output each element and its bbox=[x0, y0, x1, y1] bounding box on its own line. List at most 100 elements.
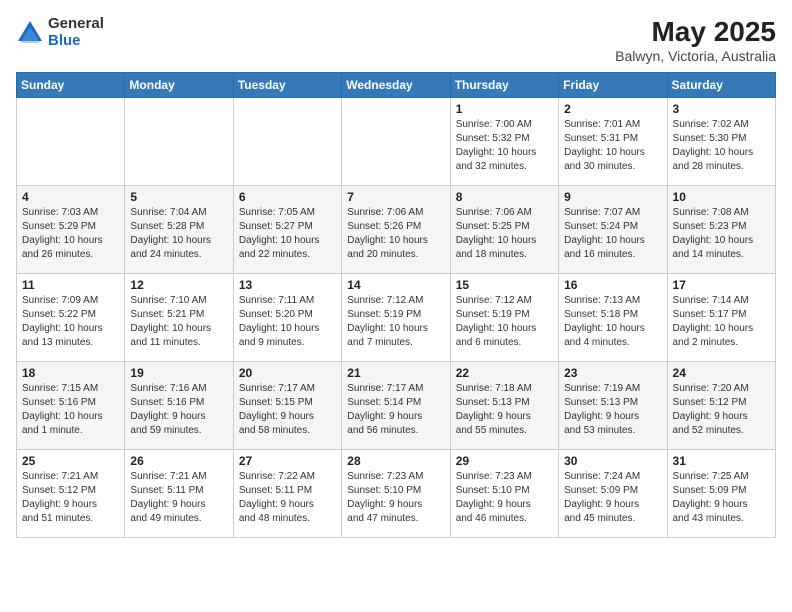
weekday-header-saturday: Saturday bbox=[667, 73, 775, 98]
calendar-cell: 5Sunrise: 7:04 AM Sunset: 5:28 PM Daylig… bbox=[125, 186, 233, 274]
day-number: 16 bbox=[564, 278, 661, 292]
calendar-week-3: 11Sunrise: 7:09 AM Sunset: 5:22 PM Dayli… bbox=[17, 274, 776, 362]
calendar-cell: 29 Sunrise: 7:23 AM Sunset: 5:10 PM Dayli… bbox=[450, 450, 558, 538]
day-info: Sunrise: 7:10 AM Sunset: 5:21 PM Dayligh… bbox=[130, 294, 227, 350]
day-info: Sunrise: 7:02 AM Sunset: 5:30 PM Dayligh… bbox=[673, 118, 770, 174]
calendar-week-5: 25 Sunrise: 7:21 AM Sunset: 5:12 PM Dayli… bbox=[17, 450, 776, 538]
day-info: Sunrise: 7:21 AM Sunset: 5:12 PM Dayligh… bbox=[22, 470, 119, 526]
day-info: Sunrise: 7:19 AM Sunset: 5:13 PM Dayligh… bbox=[564, 382, 661, 438]
day-number: 27 bbox=[239, 454, 336, 468]
calendar-cell: 28 Sunrise: 7:23 AM Sunset: 5:10 PM Dayli… bbox=[342, 450, 450, 538]
day-info: Sunrise: 7:21 AM Sunset: 5:11 PM Dayligh… bbox=[130, 470, 227, 526]
day-number: 21 bbox=[347, 366, 444, 380]
day-info: Sunrise: 7:08 AM Sunset: 5:23 PM Dayligh… bbox=[673, 206, 770, 262]
day-info: Sunrise: 7:01 AM Sunset: 5:31 PM Dayligh… bbox=[564, 118, 661, 174]
day-number: 13 bbox=[239, 278, 336, 292]
calendar-cell: 16 Sunrise: 7:13 AM Sunset: 5:18 PM Dayli… bbox=[559, 274, 667, 362]
day-number: 4 bbox=[22, 190, 119, 204]
day-info: Sunrise: 7:24 AM Sunset: 5:09 PM Dayligh… bbox=[564, 470, 661, 526]
calendar-cell: 4Sunrise: 7:03 AM Sunset: 5:29 PM Daylig… bbox=[17, 186, 125, 274]
day-info: Sunrise: 7:18 AM Sunset: 5:13 PM Dayligh… bbox=[456, 382, 553, 438]
day-info: Sunrise: 7:16 AM Sunset: 5:16 PM Dayligh… bbox=[130, 382, 227, 438]
day-number: 8 bbox=[456, 190, 553, 204]
day-info: Sunrise: 7:22 AM Sunset: 5:11 PM Dayligh… bbox=[239, 470, 336, 526]
day-number: 10 bbox=[673, 190, 770, 204]
day-number: 12 bbox=[130, 278, 227, 292]
calendar-cell bbox=[342, 98, 450, 186]
page-header: General Blue May 2025 Balwyn, Victoria, … bbox=[16, 16, 776, 64]
day-number: 7 bbox=[347, 190, 444, 204]
day-number: 2 bbox=[564, 102, 661, 116]
logo-icon bbox=[16, 19, 44, 47]
calendar-cell: 10 Sunrise: 7:08 AM Sunset: 5:23 PM Dayli… bbox=[667, 186, 775, 274]
calendar-week-2: 4Sunrise: 7:03 AM Sunset: 5:29 PM Daylig… bbox=[17, 186, 776, 274]
calendar-cell: 9 Sunrise: 7:07 AM Sunset: 5:24 PM Daylig… bbox=[559, 186, 667, 274]
weekday-header-row: SundayMondayTuesdayWednesdayThursdayFrid… bbox=[17, 73, 776, 98]
day-info: Sunrise: 7:11 AM Sunset: 5:20 PM Dayligh… bbox=[239, 294, 336, 350]
calendar-cell bbox=[125, 98, 233, 186]
day-number: 6 bbox=[239, 190, 336, 204]
weekday-header-wednesday: Wednesday bbox=[342, 73, 450, 98]
calendar-cell: 6 Sunrise: 7:05 AM Sunset: 5:27 PM Daylig… bbox=[233, 186, 341, 274]
calendar-cell: 25 Sunrise: 7:21 AM Sunset: 5:12 PM Dayli… bbox=[17, 450, 125, 538]
page-subtitle: Balwyn, Victoria, Australia bbox=[615, 48, 776, 64]
calendar-cell: 8Sunrise: 7:06 AM Sunset: 5:25 PM Daylig… bbox=[450, 186, 558, 274]
calendar-cell: 21 Sunrise: 7:17 AM Sunset: 5:14 PM Dayli… bbox=[342, 362, 450, 450]
day-number: 9 bbox=[564, 190, 661, 204]
day-info: Sunrise: 7:14 AM Sunset: 5:17 PM Dayligh… bbox=[673, 294, 770, 350]
day-info: Sunrise: 7:23 AM Sunset: 5:10 PM Dayligh… bbox=[347, 470, 444, 526]
logo-general-text: General bbox=[48, 15, 104, 32]
calendar-cell: 13 Sunrise: 7:11 AM Sunset: 5:20 PM Dayli… bbox=[233, 274, 341, 362]
calendar-cell: 3Sunrise: 7:02 AM Sunset: 5:30 PM Daylig… bbox=[667, 98, 775, 186]
day-info: Sunrise: 7:23 AM Sunset: 5:10 PM Dayligh… bbox=[456, 470, 553, 526]
calendar-cell bbox=[17, 98, 125, 186]
calendar-cell: 2 Sunrise: 7:01 AM Sunset: 5:31 PM Daylig… bbox=[559, 98, 667, 186]
day-number: 31 bbox=[673, 454, 770, 468]
day-info: Sunrise: 7:17 AM Sunset: 5:14 PM Dayligh… bbox=[347, 382, 444, 438]
calendar-cell: 19Sunrise: 7:16 AM Sunset: 5:16 PM Dayli… bbox=[125, 362, 233, 450]
day-info: Sunrise: 7:07 AM Sunset: 5:24 PM Dayligh… bbox=[564, 206, 661, 262]
calendar-cell: 26 Sunrise: 7:21 AM Sunset: 5:11 PM Dayli… bbox=[125, 450, 233, 538]
calendar-cell: 20Sunrise: 7:17 AM Sunset: 5:15 PM Dayli… bbox=[233, 362, 341, 450]
day-info: Sunrise: 7:15 AM Sunset: 5:16 PM Dayligh… bbox=[22, 382, 119, 438]
calendar-cell: 31Sunrise: 7:25 AM Sunset: 5:09 PM Dayli… bbox=[667, 450, 775, 538]
day-info: Sunrise: 7:12 AM Sunset: 5:19 PM Dayligh… bbox=[347, 294, 444, 350]
title-block: May 2025 Balwyn, Victoria, Australia bbox=[615, 16, 776, 64]
day-number: 28 bbox=[347, 454, 444, 468]
calendar-cell bbox=[233, 98, 341, 186]
day-info: Sunrise: 7:00 AM Sunset: 5:32 PM Dayligh… bbox=[456, 118, 553, 174]
day-number: 5 bbox=[130, 190, 227, 204]
day-info: Sunrise: 7:13 AM Sunset: 5:18 PM Dayligh… bbox=[564, 294, 661, 350]
day-info: Sunrise: 7:05 AM Sunset: 5:27 PM Dayligh… bbox=[239, 206, 336, 262]
weekday-header-sunday: Sunday bbox=[17, 73, 125, 98]
day-info: Sunrise: 7:09 AM Sunset: 5:22 PM Dayligh… bbox=[22, 294, 119, 350]
calendar-cell: 30 Sunrise: 7:24 AM Sunset: 5:09 PM Dayli… bbox=[559, 450, 667, 538]
calendar-cell: 14 Sunrise: 7:12 AM Sunset: 5:19 PM Dayli… bbox=[342, 274, 450, 362]
calendar-cell: 12 Sunrise: 7:10 AM Sunset: 5:21 PM Dayli… bbox=[125, 274, 233, 362]
day-number: 14 bbox=[347, 278, 444, 292]
day-number: 15 bbox=[456, 278, 553, 292]
calendar-cell: 1Sunrise: 7:00 AM Sunset: 5:32 PM Daylig… bbox=[450, 98, 558, 186]
calendar-cell: 24 Sunrise: 7:20 AM Sunset: 5:12 PM Dayli… bbox=[667, 362, 775, 450]
weekday-header-monday: Monday bbox=[125, 73, 233, 98]
day-number: 25 bbox=[22, 454, 119, 468]
calendar-week-1: 1Sunrise: 7:00 AM Sunset: 5:32 PM Daylig… bbox=[17, 98, 776, 186]
logo-text: General Blue bbox=[48, 16, 104, 49]
day-info: Sunrise: 7:17 AM Sunset: 5:15 PM Dayligh… bbox=[239, 382, 336, 438]
logo-blue-text: Blue bbox=[48, 32, 81, 49]
calendar-cell: 22 Sunrise: 7:18 AM Sunset: 5:13 PM Dayli… bbox=[450, 362, 558, 450]
calendar-week-4: 18 Sunrise: 7:15 AM Sunset: 5:16 PM Dayli… bbox=[17, 362, 776, 450]
day-number: 26 bbox=[130, 454, 227, 468]
calendar-cell: 7Sunrise: 7:06 AM Sunset: 5:26 PM Daylig… bbox=[342, 186, 450, 274]
day-number: 24 bbox=[673, 366, 770, 380]
day-number: 22 bbox=[456, 366, 553, 380]
day-number: 29 bbox=[456, 454, 553, 468]
day-number: 30 bbox=[564, 454, 661, 468]
page-title: May 2025 bbox=[615, 16, 776, 48]
weekday-header-friday: Friday bbox=[559, 73, 667, 98]
day-number: 18 bbox=[22, 366, 119, 380]
calendar-cell: 15Sunrise: 7:12 AM Sunset: 5:19 PM Dayli… bbox=[450, 274, 558, 362]
day-number: 23 bbox=[564, 366, 661, 380]
weekday-header-thursday: Thursday bbox=[450, 73, 558, 98]
day-info: Sunrise: 7:20 AM Sunset: 5:12 PM Dayligh… bbox=[673, 382, 770, 438]
